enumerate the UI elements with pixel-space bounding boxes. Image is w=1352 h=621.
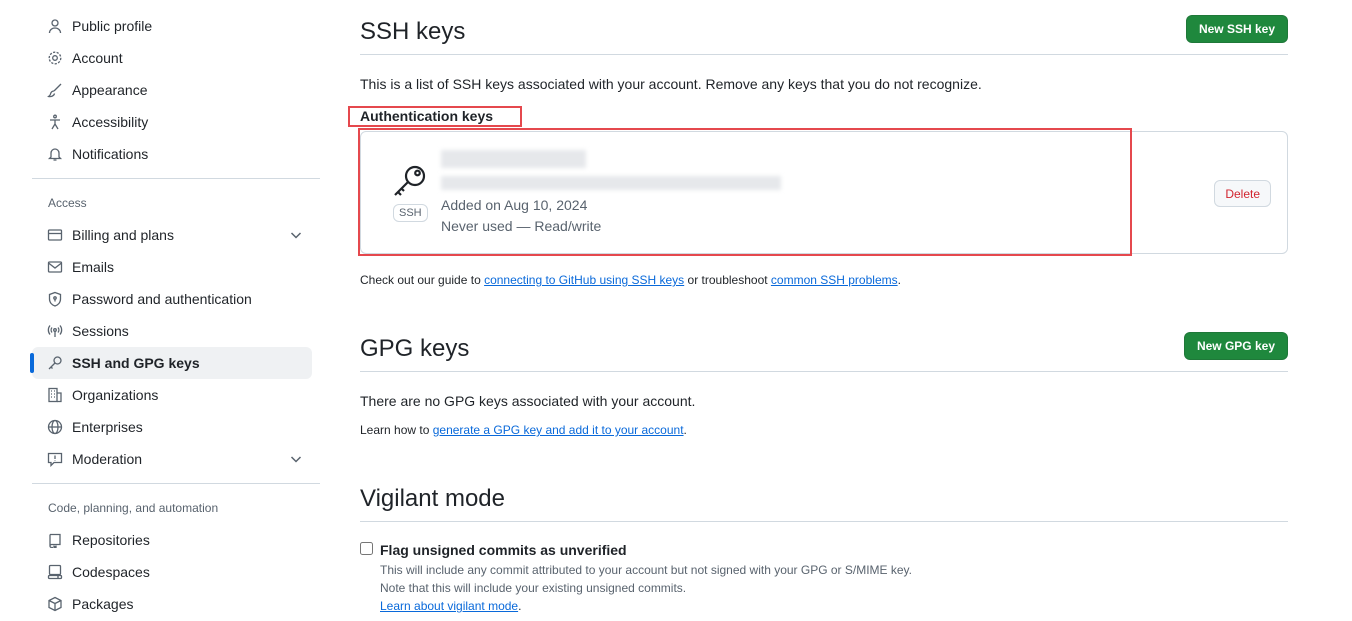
- flag-unsigned-commits-label[interactable]: Flag unsigned commits as unverified: [380, 542, 627, 558]
- guide-suffix: .: [897, 273, 901, 287]
- nav-item-emails[interactable]: Emails: [32, 251, 312, 283]
- organization-icon: [46, 386, 64, 404]
- globe-icon: [46, 418, 64, 436]
- nav-item-ssh-gpg-keys[interactable]: SSH and GPG keys: [30, 347, 312, 379]
- sidebar-heading-access: Access: [48, 196, 87, 210]
- nav-item-codespaces[interactable]: Codespaces: [32, 556, 312, 588]
- ssh-description: This is a list of SSH keys associated wi…: [360, 76, 982, 92]
- gpg-empty-text: There are no GPG keys associated with yo…: [360, 393, 696, 409]
- nav-item-billing[interactable]: Billing and plans: [32, 219, 312, 251]
- paintbrush-icon: [46, 81, 64, 99]
- gpg-keys-header: GPG keys New GPG key: [360, 331, 1288, 372]
- new-gpg-key-button[interactable]: New GPG key: [1183, 332, 1288, 360]
- nav-item-sessions[interactable]: Sessions: [32, 315, 312, 347]
- learn-vigilant-mode-link[interactable]: Learn about vigilant mode: [380, 599, 518, 613]
- nav-label: Organizations: [72, 387, 159, 403]
- nav-item-notifications[interactable]: Notifications: [32, 138, 312, 170]
- sidebar-divider: [32, 483, 320, 484]
- nav-label: Sessions: [72, 323, 129, 339]
- nav-item-repositories[interactable]: Repositories: [32, 524, 312, 556]
- nav-label: Password and authentication: [72, 291, 252, 307]
- delete-key-button[interactable]: Delete: [1214, 180, 1271, 207]
- new-ssh-key-button[interactable]: New SSH key: [1185, 15, 1288, 43]
- guide-mid: or troubleshoot: [684, 273, 771, 287]
- repo-icon: [46, 531, 64, 549]
- gpg-keys-title: GPG keys: [360, 335, 470, 362]
- vigilant-mode-title: Vigilant mode: [360, 485, 505, 512]
- settings-sidebar: Public profile Account Appearance Access…: [30, 10, 320, 620]
- vigilant-learn-suffix: .: [518, 599, 522, 613]
- guide-prefix: Check out our guide to: [360, 273, 485, 287]
- mail-icon: [46, 258, 64, 276]
- nav-label: Notifications: [72, 146, 149, 162]
- nav-label: Enterprises: [72, 419, 143, 435]
- generate-gpg-key-link[interactable]: generate a GPG key and add it to your ac…: [433, 423, 684, 437]
- ssh-guide-link[interactable]: connecting to GitHub using SSH keys: [484, 273, 684, 287]
- gpg-learn-prefix: Learn how to: [360, 423, 433, 437]
- codespaces-icon: [46, 563, 64, 581]
- key-icon: [46, 354, 64, 372]
- nav-label: Repositories: [72, 532, 150, 548]
- nav-label: Appearance: [72, 82, 148, 98]
- shield-lock-icon: [46, 290, 64, 308]
- nav-label: Packages: [72, 596, 134, 612]
- vigilant-learn: Learn about vigilant mode.: [380, 599, 521, 613]
- sidebar-divider: [32, 178, 320, 179]
- nav-item-public-profile[interactable]: Public profile: [32, 10, 312, 42]
- report-icon: [46, 450, 64, 468]
- vigilant-note-1: This will include any commit attributed …: [380, 563, 913, 577]
- nav-item-enterprises[interactable]: Enterprises: [32, 411, 312, 443]
- credit-card-icon: [46, 226, 64, 244]
- vigilant-mode-header: Vigilant mode: [360, 481, 1288, 522]
- nav-item-account[interactable]: Account: [32, 42, 312, 74]
- gpg-learn-suffix: .: [683, 423, 687, 437]
- nav-item-password[interactable]: Password and authentication: [32, 283, 312, 315]
- nav-item-appearance[interactable]: Appearance: [32, 74, 312, 106]
- nav-item-moderation[interactable]: Moderation: [32, 443, 312, 475]
- ssh-troubleshoot-link[interactable]: common SSH problems: [771, 273, 898, 287]
- sidebar-heading-code: Code, planning, and automation: [48, 501, 219, 515]
- nav-label: Billing and plans: [72, 227, 174, 243]
- nav-label: Accessibility: [72, 114, 149, 130]
- accessibility-icon: [46, 113, 64, 131]
- person-icon: [46, 17, 64, 35]
- nav-label: Codespaces: [72, 564, 150, 580]
- flag-unsigned-commits-checkbox[interactable]: [360, 542, 373, 555]
- nav-item-packages[interactable]: Packages: [32, 588, 312, 620]
- ssh-keys-title: SSH keys: [360, 18, 466, 45]
- nav-label: Emails: [72, 259, 115, 275]
- chevron-down-icon[interactable]: [288, 227, 304, 243]
- nav-item-accessibility[interactable]: Accessibility: [32, 106, 312, 138]
- authentication-keys-heading: Authentication keys: [360, 108, 494, 124]
- vigilant-note-2: Note that this will include your existin…: [380, 581, 687, 595]
- nav-label: SSH and GPG keys: [72, 355, 200, 371]
- ssh-guide-text: Check out our guide to connecting to Git…: [360, 273, 1288, 287]
- package-icon: [46, 595, 64, 613]
- nav-item-organizations[interactable]: Organizations: [32, 379, 312, 411]
- ssh-keys-header: SSH keys New SSH key: [360, 14, 1288, 55]
- nav-label: Moderation: [72, 451, 143, 467]
- bell-icon: [46, 145, 64, 163]
- annotation-box: [358, 128, 1132, 256]
- nav-label: Public profile: [72, 18, 153, 34]
- nav-label: Account: [72, 50, 123, 66]
- gear-icon: [46, 49, 64, 67]
- gpg-learn-text: Learn how to generate a GPG key and add …: [360, 423, 687, 437]
- chevron-down-icon[interactable]: [288, 451, 304, 467]
- broadcast-icon: [46, 322, 64, 340]
